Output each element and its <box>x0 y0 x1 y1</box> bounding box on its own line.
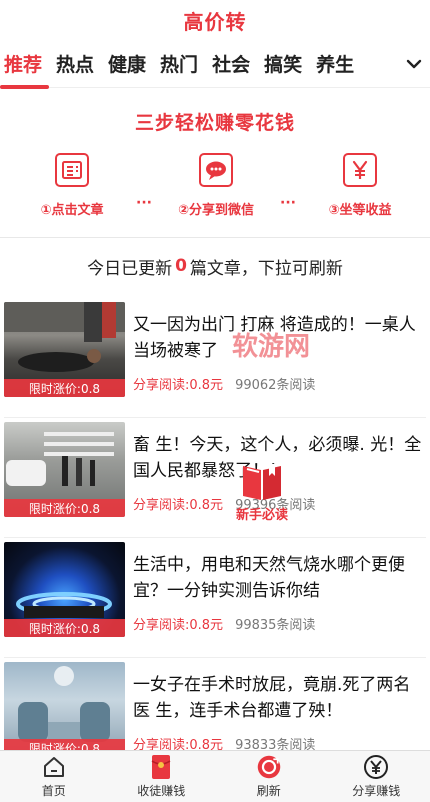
step-label: ③坐等收益 <box>328 203 392 218</box>
article-thumbnail[interactable]: 限时涨价:0.8 <box>4 662 125 757</box>
promo-steps: ①点击文章 ··· ②分享到微信 ··· ③坐等收益 <box>0 135 430 218</box>
nav-label: 收徒赚钱 <box>137 784 186 798</box>
nav-recruit[interactable]: 收徒赚钱 <box>108 751 216 802</box>
update-prefix: 今日已更新 <box>87 258 173 279</box>
update-status: 今日已更新 0 篇文章，下拉可刷新 <box>0 238 430 294</box>
article-body: 生活中，用电和天然气烧水哪个更便宜？一分钟实测告诉你结 分享阅读:0.8元 99… <box>125 542 426 658</box>
article-item[interactable]: 限时涨价:0.8 畜 生！今天，这个人，必须曝. 光！全国人民都暴怒了！！ 分享… <box>0 418 430 538</box>
chevron-down-icon[interactable] <box>404 54 424 74</box>
yen-circle-icon <box>363 754 389 780</box>
red-envelope-icon <box>148 754 174 780</box>
home-icon <box>41 754 67 780</box>
tab-popular[interactable]: 热门 <box>153 40 205 88</box>
bottom-nav: 首页 收徒赚钱 刷新 分享赚钱 <box>0 750 430 802</box>
article-title[interactable]: 一女子在手术时放屁，竟崩.死了两名医 生，连手术台都遭了殃！ <box>133 672 426 724</box>
yen-icon <box>343 153 377 187</box>
step-label: ①点击文章 <box>40 203 104 218</box>
watermark: 软游网 <box>232 332 311 362</box>
nav-label: 刷新 <box>256 784 281 798</box>
step-label: ②分享到微信 <box>177 203 254 218</box>
article-thumbnail[interactable]: 限时涨价:0.8 <box>4 422 125 517</box>
article-icon <box>55 153 89 187</box>
nav-share-earn[interactable]: 分享赚钱 <box>323 751 430 802</box>
price-badge: 限时涨价:0.8 <box>4 499 125 517</box>
tab-funny[interactable]: 搞笑 <box>257 40 309 88</box>
tab-society[interactable]: 社会 <box>205 40 257 88</box>
nav-refresh[interactable]: 刷新 <box>215 751 323 802</box>
refresh-icon <box>256 754 282 780</box>
read-count: 99062条阅读 <box>235 378 316 393</box>
step-click-article[interactable]: ①点击文章 <box>20 153 124 218</box>
step-separator: ··· <box>136 195 152 211</box>
tab-hot-spot[interactable]: 热点 <box>49 40 101 88</box>
article-meta: 分享阅读:0.8元 99062条阅读 <box>133 374 426 393</box>
newbie-guide-button[interactable]: 新手必读 <box>226 460 298 523</box>
price-badge: 限时涨价:0.8 <box>4 619 125 637</box>
share-price: 分享阅读:0.8元 <box>133 378 224 393</box>
article-thumbnail[interactable]: 限时涨价:0.8 <box>4 542 125 637</box>
update-suffix: 篇文章，下拉可刷新 <box>189 258 343 279</box>
share-price: 分享阅读:0.8元 <box>133 498 224 513</box>
step-share-wechat[interactable]: ②分享到微信 <box>164 153 268 218</box>
step-wait-earnings[interactable]: ③坐等收益 <box>308 153 412 218</box>
book-icon <box>243 464 281 500</box>
category-tabs: 推荐 热点 健康 热门 社会 搞笑 养生 <box>0 40 430 89</box>
nav-label: 分享赚钱 <box>352 784 401 798</box>
promo-title: 三步轻松赚零花钱 <box>134 112 295 134</box>
step-separator: ··· <box>280 195 296 211</box>
price-badge: 限时涨价:0.8 <box>4 379 125 397</box>
tab-health[interactable]: 健康 <box>101 40 153 88</box>
article-item[interactable]: 限时涨价:0.8 生活中，用电和天然气烧水哪个更便宜？一分钟实测告诉你结 分享阅… <box>0 538 430 658</box>
wechat-icon <box>199 153 233 187</box>
tab-wellness[interactable]: 养生 <box>309 40 361 88</box>
app-header: 高价转 <box>0 0 430 40</box>
tab-recommend[interactable]: 推荐 <box>0 40 50 89</box>
share-price: 分享阅读:0.8元 <box>133 618 224 633</box>
read-count: 99835条阅读 <box>235 618 316 633</box>
article-item[interactable]: 限时涨价:0.8 又一因为出门 打麻 将造成的！一桌人当场被寒了 分享阅读:0.… <box>0 298 430 418</box>
nav-label: 首页 <box>41 784 66 798</box>
app-title: 高价转 <box>183 9 247 34</box>
article-list: 限时涨价:0.8 又一因为出门 打麻 将造成的！一桌人当场被寒了 分享阅读:0.… <box>0 298 430 778</box>
update-count: 0 <box>175 256 187 276</box>
article-title[interactable]: 生活中，用电和天然气烧水哪个更便宜？一分钟实测告诉你结 <box>133 552 426 604</box>
article-meta: 分享阅读:0.8元 99835条阅读 <box>133 614 426 633</box>
newbie-label: 新手必读 <box>235 508 288 523</box>
nav-home[interactable]: 首页 <box>0 751 108 802</box>
article-thumbnail[interactable]: 限时涨价:0.8 <box>4 302 125 397</box>
promo-banner: 三步轻松赚零花钱 ①点击文章 ··· ②分享到微信 ··· ③坐等收益 <box>0 88 430 238</box>
